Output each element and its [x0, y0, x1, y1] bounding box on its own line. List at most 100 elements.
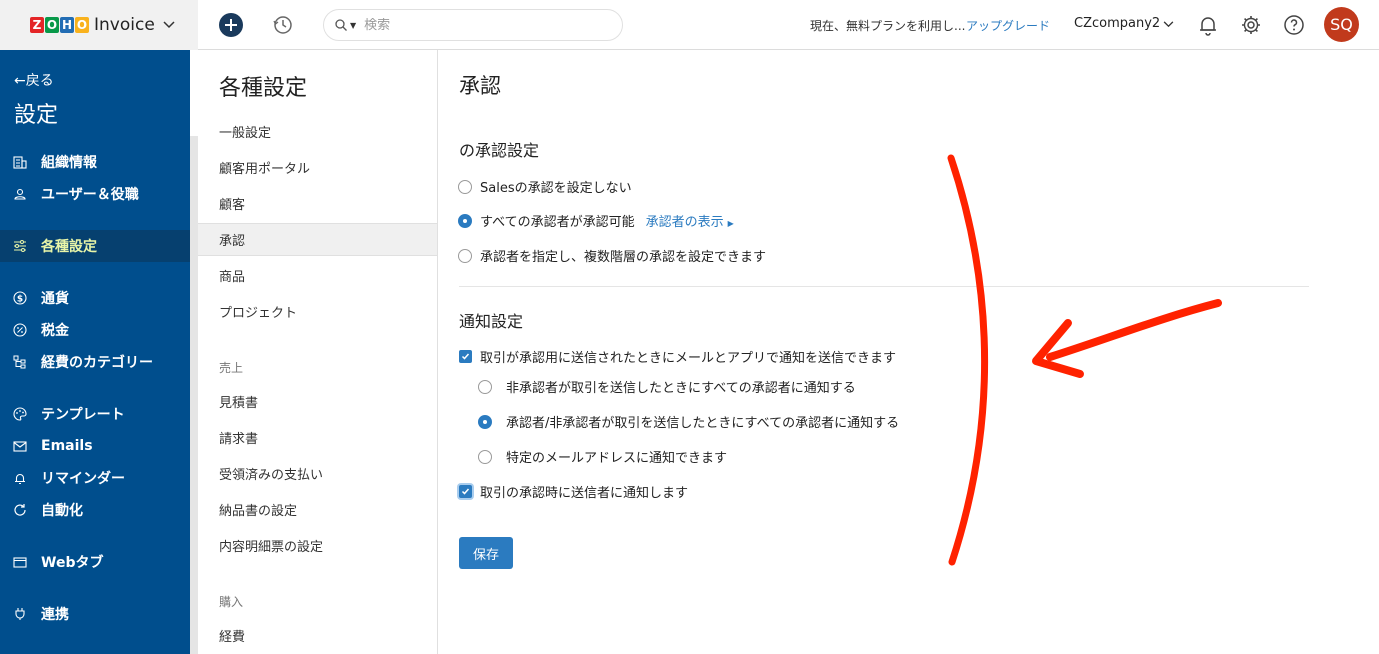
checkbox-checked[interactable] [459, 350, 472, 363]
menu-item-delivery-notes[interactable]: 納品書の設定 [198, 493, 437, 526]
sidebar-item-emails[interactable]: Emails [0, 430, 190, 462]
notify-option-specific-email[interactable]: 特定のメールアドレスに通知できます [478, 447, 727, 466]
sidebar-item-label: 税金 [41, 323, 69, 339]
search-input[interactable] [364, 17, 605, 33]
sidebar-item-label: リマインダー [41, 471, 125, 487]
menu-item-general[interactable]: 一般設定 [198, 115, 437, 148]
refresh-icon [12, 502, 28, 518]
app-switcher[interactable]: ZOHO Invoice [0, 0, 198, 50]
sidebar-item-label: Emails [41, 438, 93, 454]
option-label: Salesの承認を設定しない [480, 181, 632, 196]
main-content: 承認 の承認設定 Salesの承認を設定しない すべての承認者が承認可能 承認者… [439, 50, 1379, 654]
menu-item-payments-received[interactable]: 受領済みの支払い [198, 457, 437, 490]
radio-button[interactable] [478, 379, 492, 394]
checkbox-checked[interactable] [459, 485, 472, 498]
show-approvers-link[interactable]: 承認者の表示 ▶ [646, 211, 734, 230]
sidebar-item-label: 組織情報 [41, 155, 97, 171]
menu-item-estimates[interactable]: 見積書 [198, 385, 437, 418]
menu-item-approvals[interactable]: 承認 [198, 223, 437, 256]
link-label: 承認者の表示 [645, 215, 724, 230]
option-label: 承認者/非承認者が取引を送信したときにすべての承認者に通知する [506, 416, 900, 431]
sidebar-item-currency[interactable]: $ 通貨 [0, 282, 190, 314]
page-title: 承認 [459, 74, 501, 98]
help-icon[interactable] [1282, 13, 1306, 37]
sidebar-item-users[interactable]: ユーザー＆役職 [0, 178, 190, 210]
sidebar-item-reminders[interactable]: リマインダー [0, 462, 190, 494]
option-label: 取引が承認用に送信されたときにメールとアプリで通知を送信できます [480, 351, 897, 366]
sliders-icon [12, 238, 28, 254]
gear-icon[interactable] [1239, 13, 1263, 37]
plus-icon [225, 19, 237, 31]
search-filter-caret-icon[interactable]: ▼ [350, 21, 356, 30]
upgrade-link[interactable]: アップグレード [966, 17, 1050, 34]
menu-item-invoices[interactable]: 請求書 [198, 421, 437, 454]
approval-settings-heading: の承認設定 [459, 141, 540, 160]
svg-text:$: $ [17, 295, 23, 305]
notification-settings-heading: 通知設定 [459, 312, 524, 331]
palette-icon [12, 406, 28, 422]
chevron-down-icon [163, 18, 175, 32]
menu-item-expenses[interactable]: 経費 [198, 619, 437, 652]
notify-option-non-approver[interactable]: 非承認者が取引を送信したときにすべての承認者に通知する [478, 377, 856, 396]
sidebar-item-taxes[interactable]: 税金 [0, 314, 190, 346]
sidebar-item-label: 各種設定 [41, 239, 97, 255]
back-link[interactable]: ←戻る [14, 70, 54, 90]
avatar[interactable]: SQ [1324, 7, 1359, 42]
sidebar-item-templates[interactable]: テンプレート [0, 398, 190, 430]
building-icon [12, 154, 28, 170]
approval-option-none[interactable]: Salesの承認を設定しない [458, 177, 632, 196]
currency-icon: $ [12, 290, 28, 306]
radio-button[interactable] [458, 179, 472, 194]
sidebar-item-label: 経費のカテゴリー [41, 355, 153, 371]
sidebar-item-label: Webタブ [41, 555, 104, 571]
notify-option-all-submitters[interactable]: 承認者/非承認者が取引を送信したときにすべての承認者に通知する [478, 412, 899, 431]
sidebar-item-integrations[interactable]: 連携 [0, 598, 190, 630]
option-label: すべての承認者が承認可能 [480, 215, 635, 230]
sidebar-item-preferences[interactable]: 各種設定 [0, 230, 190, 262]
notify-on-submit-checkbox[interactable]: 取引が承認用に送信されたときにメールとアプリで通知を送信できます [459, 347, 896, 366]
approval-option-all-approvers[interactable]: すべての承認者が承認可能 承認者の表示 ▶ [458, 211, 734, 230]
radio-button[interactable] [478, 449, 492, 464]
logo-letter: Z [30, 17, 44, 33]
history-icon[interactable] [272, 14, 294, 36]
plug-icon [12, 606, 28, 622]
sidebar-scroll-track [190, 136, 198, 654]
sidebar-item-label: 連携 [41, 607, 69, 623]
menu-item-items[interactable]: 商品 [198, 259, 437, 292]
sidebar-item-automation[interactable]: 自動化 [0, 494, 190, 526]
logo-letter: O [45, 17, 59, 33]
sidebar-item-label: ユーザー＆役職 [41, 187, 139, 203]
category-icon [12, 354, 28, 370]
search-bar[interactable]: ▼ [323, 9, 623, 41]
menu-item-customers[interactable]: 顧客 [198, 187, 437, 220]
section-divider [459, 286, 1309, 287]
users-icon [12, 186, 28, 202]
percent-icon [12, 322, 28, 338]
radio-button[interactable] [458, 248, 472, 263]
menu-item-customer-portal[interactable]: 顧客用ポータル [198, 151, 437, 184]
sidebar-title: 設定 [14, 103, 59, 128]
menu-item-packing-slips[interactable]: 内容明細票の設定 [198, 529, 437, 562]
radio-button-selected[interactable] [458, 213, 472, 228]
approval-option-multi-level[interactable]: 承認者を指定し、複数階層の承認を設定できます [458, 246, 766, 265]
settings-menu: 各種設定 一般設定 顧客用ポータル 顧客 承認 商品 プロジェクト 売上 見積書… [198, 50, 438, 654]
quick-create-button[interactable] [219, 13, 243, 37]
radio-button-selected[interactable] [478, 414, 492, 429]
search-icon [335, 19, 347, 31]
sidebar-item-label: 自動化 [41, 503, 83, 519]
checkmark-icon [461, 353, 470, 360]
chevron-down-icon[interactable] [1163, 18, 1174, 31]
save-button[interactable]: 保存 [459, 537, 513, 569]
sidebar-item-web-tabs[interactable]: Webタブ [0, 546, 190, 578]
logo-letter: O [75, 17, 89, 33]
option-label: 承認者を指定し、複数階層の承認を設定できます [480, 250, 767, 265]
option-label: 特定のメールアドレスに通知できます [506, 451, 728, 466]
menu-item-projects[interactable]: プロジェクト [198, 295, 437, 328]
org-switcher[interactable]: CZcompany2 [1074, 16, 1160, 31]
menu-section-purchases: 購入 [219, 595, 244, 609]
logo-letter: H [60, 17, 74, 33]
sidebar-item-expense-categories[interactable]: 経費のカテゴリー [0, 346, 190, 378]
bell-icon[interactable] [1196, 13, 1220, 37]
sidebar-item-organization[interactable]: 組織情報 [0, 146, 190, 178]
notify-submitter-checkbox[interactable]: 取引の承認時に送信者に通知します [459, 482, 688, 501]
